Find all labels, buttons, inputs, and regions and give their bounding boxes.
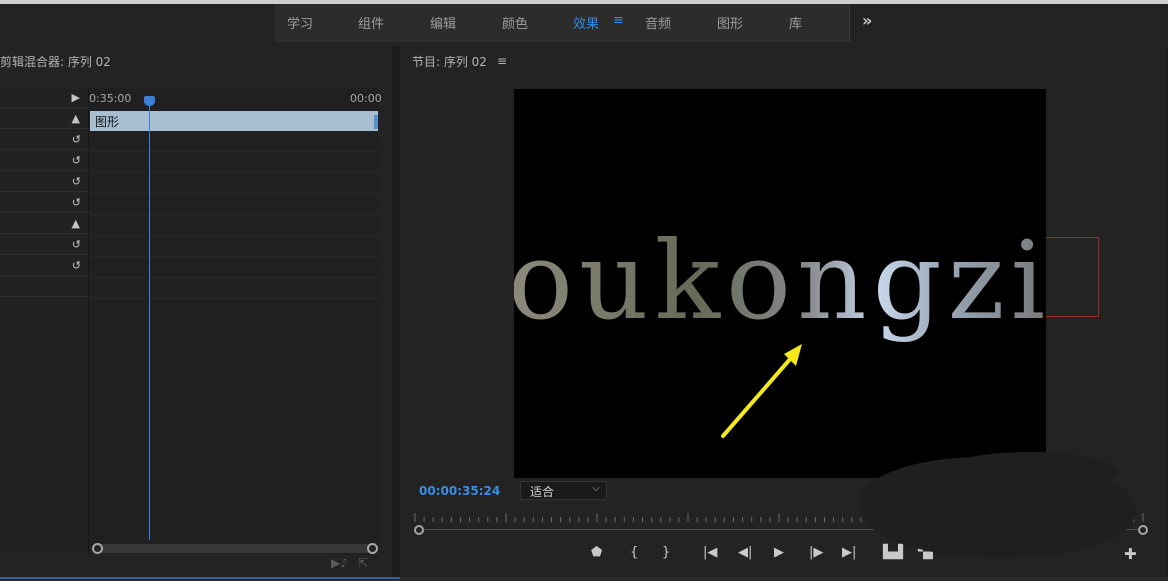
tab-audio[interactable]: 音频 (645, 13, 671, 32)
playhead-handle[interactable] (144, 96, 155, 106)
timeline-row (90, 195, 378, 215)
timeline-row (90, 279, 378, 299)
property-row: ↺ (0, 256, 89, 276)
mark-out-icon[interactable]: } (662, 545, 670, 560)
tab-assembly[interactable]: 组件 (358, 13, 384, 32)
zoom-level-value: 适合 (530, 485, 555, 499)
collapse-arrow-icon[interactable]: ▲ (72, 112, 80, 125)
reset-icon[interactable]: ↺ (72, 154, 81, 167)
tab-libraries[interactable]: 库 (789, 13, 802, 32)
scroll-start-handle[interactable] (92, 543, 103, 554)
step-forward-icon[interactable]: |▶ (809, 545, 823, 560)
zoom-level-select[interactable]: 适合 ⌵ (520, 481, 607, 500)
expand-arrow-icon[interactable]: ▶ (72, 91, 80, 104)
tab-color[interactable]: 颜色 (502, 13, 528, 32)
playhead-line (149, 100, 150, 540)
export-icon[interactable]: ⇱ (358, 556, 368, 570)
add-marker-icon[interactable]: ⬟ (591, 545, 602, 560)
timeline-start-time: 0:35:00 (89, 92, 132, 105)
tab-effects[interactable]: 效果 (573, 13, 599, 32)
clip-end-marker[interactable] (374, 115, 378, 129)
ruler-start-handle[interactable] (414, 525, 424, 535)
reset-icon[interactable]: ↺ (72, 196, 81, 209)
property-row: ▲ (0, 214, 89, 234)
tab-editing[interactable]: 编辑 (430, 13, 456, 32)
step-back-icon[interactable]: ◀| (738, 545, 752, 560)
property-row (0, 277, 89, 297)
property-row: ↺ (0, 193, 89, 213)
timeline-row (90, 153, 378, 173)
play-icon[interactable]: ▶ (774, 545, 784, 560)
add-button-icon[interactable]: ✚ (1124, 545, 1137, 563)
reset-icon[interactable]: ↺ (72, 175, 81, 188)
property-row: ↺ (0, 151, 89, 171)
timeline-row (90, 216, 378, 236)
bottom-border (0, 577, 1168, 581)
panel-menu-icon[interactable]: ≡ (497, 54, 507, 68)
ruler-end-handle[interactable] (1138, 525, 1148, 535)
redaction-blob (940, 452, 1120, 492)
timeline-end-time: 00:00 (350, 92, 382, 105)
tab-graphics[interactable]: 图形 (717, 13, 743, 32)
reset-icon[interactable]: ↺ (72, 238, 81, 251)
timeline-row (90, 174, 378, 194)
timeline-row (90, 132, 378, 152)
go-to-out-icon[interactable]: ▶| (842, 545, 856, 560)
insert-icon[interactable]: ▙▟ (883, 545, 903, 560)
panel-title[interactable]: 剪辑混合器: 序列 02 (0, 53, 111, 70)
timeline-row (90, 258, 378, 278)
yellow-arrow-annotation (721, 344, 802, 438)
tab-learn[interactable]: 学习 (287, 13, 313, 32)
timeline-row (90, 237, 378, 257)
playhead-timecode[interactable]: 00:00:35:24 (419, 484, 500, 498)
reset-icon[interactable]: ↺ (72, 259, 81, 272)
property-list: ▶ ▲ ↺ ↺ ↺ ↺ ▲ ↺ ↺ (0, 88, 89, 554)
property-row: ▲ (0, 109, 89, 129)
workspace-bar: 学习 组件 编辑 颜色 效果 ≡ 音频 图形 库 » (0, 0, 1168, 46)
active-panel-indicator (0, 577, 400, 579)
property-row: ↺ (0, 130, 89, 150)
collapse-arrow-icon[interactable]: ▲ (72, 217, 80, 230)
reset-icon[interactable]: ↺ (72, 133, 81, 146)
video-text-overlay: oukongzi (514, 219, 1046, 344)
clip-mixer-panel: 剪辑混合器: 序列 02 ▶ ▲ ↺ ↺ ↺ ↺ ▲ ↺ ↺ 0:35:00 0… (0, 46, 392, 577)
mark-in-icon[interactable]: { (630, 545, 638, 560)
clip-label: 图形 (95, 115, 120, 129)
chevron-down-icon: ⌵ (592, 483, 600, 494)
go-to-in-icon[interactable]: |◀ (703, 545, 717, 560)
timeline-zoom-scrollbar[interactable] (92, 543, 378, 554)
property-row: ▶ (0, 88, 89, 108)
workspace-menu-icon[interactable]: ≡ (613, 13, 624, 28)
effect-timeline[interactable]: 0:35:00 00:00 图形 (89, 88, 382, 554)
text-bounding-box (1046, 237, 1099, 317)
scroll-end-handle[interactable] (367, 543, 378, 554)
more-workspaces-icon[interactable]: » (862, 11, 872, 30)
divider (849, 4, 850, 42)
property-row: ↺ (0, 172, 89, 192)
property-row: ↺ (0, 235, 89, 255)
clip-bar[interactable]: 图形 (90, 111, 378, 131)
filter-audio-icon[interactable]: ▶♪ (331, 556, 348, 570)
program-title[interactable]: 节目: 序列 02 (412, 53, 487, 70)
